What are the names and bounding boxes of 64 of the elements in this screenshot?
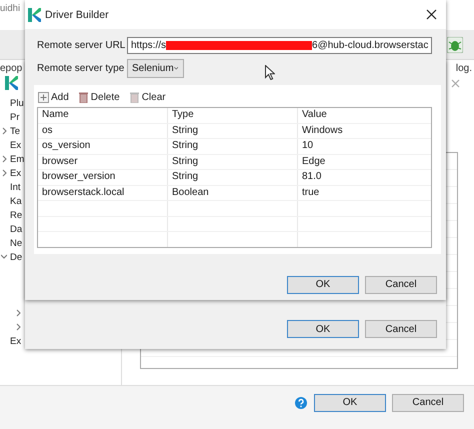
table-cell-text: 10	[301, 139, 314, 153]
table-cell: String	[168, 170, 298, 184]
tree-item[interactable]: Re	[10, 210, 22, 220]
table-cell: os	[38, 124, 168, 138]
table-cell: browser_version	[38, 170, 168, 184]
table-cell: Boolean	[168, 186, 298, 200]
field-label: Remote server type	[37, 62, 126, 74]
table-cell: String	[168, 154, 298, 169]
chevron-icon[interactable]	[1, 253, 7, 261]
clear-button[interactable]: Clear	[128, 90, 168, 104]
table-cell-text: Edge	[301, 154, 326, 168]
tree-item[interactable]: Pr	[10, 112, 20, 122]
logo-icon	[5, 76, 18, 90]
tree-item[interactable]: Ex	[10, 336, 22, 346]
tree-item[interactable]: Ne	[10, 238, 22, 248]
tab[interactable]: epop	[0, 62, 22, 74]
url-field[interactable]: https://s 6@hub-cloud.browserstac	[127, 36, 432, 54]
close-icon[interactable]	[426, 9, 437, 20]
table-cell-text: Windows	[301, 124, 344, 138]
ok-button[interactable]: OK	[287, 276, 359, 294]
trash-icon	[128, 92, 140, 102]
window-title: uidhi	[0, 3, 20, 14]
column-header: Type	[168, 108, 298, 122]
delete-button[interactable]: Delete	[76, 90, 122, 104]
help-icon[interactable]	[295, 396, 307, 408]
tree-item[interactable]: De	[10, 252, 22, 262]
table-cell: browserstack.local	[38, 186, 168, 200]
server-type-dropdown[interactable]: Selenium	[127, 58, 184, 78]
tree-item[interactable]: Int	[10, 182, 21, 192]
table-cell: String	[168, 124, 298, 138]
chevron-icon[interactable]	[15, 309, 21, 317]
trash-icon	[78, 92, 89, 102]
tree-item[interactable]: Plu	[10, 98, 24, 108]
table-cell-text: 81.0	[301, 170, 322, 184]
caret-icon	[174, 66, 178, 70]
tree-item[interactable]: Te	[10, 126, 20, 136]
tree-item[interactable]: Da	[10, 224, 22, 234]
field-label: Remote server URL	[37, 40, 126, 50]
tree-item[interactable]: Em	[10, 154, 24, 164]
table-cell: browser	[38, 154, 168, 169]
table-cell: os_version	[38, 139, 168, 154]
logo-icon	[28, 8, 41, 22]
column-header: Value	[301, 108, 328, 122]
chevron-icon[interactable]	[1, 169, 7, 177]
dialog-title: Driver Builder	[45, 8, 110, 20]
chevron-icon[interactable]	[1, 155, 7, 163]
chevron-icon[interactable]	[15, 323, 21, 331]
cursor-icon	[265, 65, 275, 80]
table-cell-text: true	[301, 186, 320, 200]
tree-item[interactable]: Ka	[10, 196, 22, 206]
plus-icon	[38, 92, 49, 102]
column-header: Name	[38, 108, 168, 122]
chevron-icon[interactable]	[1, 127, 7, 135]
ok-button[interactable]: OK	[314, 394, 386, 412]
cancel-button[interactable]: Cancel	[365, 320, 437, 338]
cancel-button[interactable]: Cancel	[392, 394, 464, 412]
cancel-button[interactable]: Cancel	[365, 276, 437, 294]
table-cell: String	[168, 139, 298, 154]
add-button[interactable]: Add	[37, 90, 71, 104]
bug-icon[interactable]	[447, 36, 463, 52]
tree-item[interactable]: Ex	[10, 140, 22, 150]
tab[interactable]: log.	[456, 62, 472, 74]
ok-button[interactable]: OK	[287, 320, 359, 338]
tree-item[interactable]: Ex	[10, 168, 22, 178]
